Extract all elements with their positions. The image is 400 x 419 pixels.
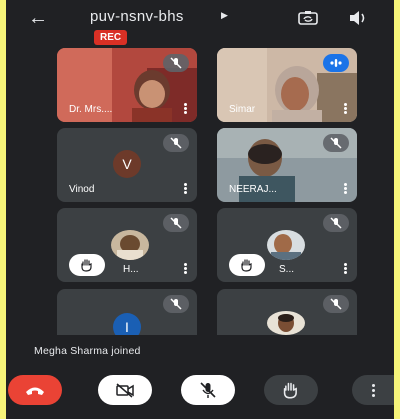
- more-vert-icon[interactable]: [344, 263, 347, 274]
- video-off-icon: [116, 383, 134, 398]
- more-options-button[interactable]: [352, 375, 394, 405]
- mic-off-icon: [330, 298, 342, 310]
- participant-tile[interactable]: I: [57, 289, 197, 335]
- audio-level-icon: [330, 59, 342, 67]
- meet-app: ← puv-nsnv-bhs ▶ REC Dr. Mrs.... Simar V…: [6, 0, 394, 419]
- mic-off-icon: [170, 217, 182, 229]
- avatar: [111, 230, 149, 260]
- mic-off-icon: [330, 137, 342, 149]
- participant-tile[interactable]: V Vinod: [57, 128, 197, 202]
- mic-off-badge: [163, 214, 189, 232]
- mic-off-icon: [170, 57, 182, 69]
- camera-toggle-button[interactable]: [98, 375, 152, 405]
- hand-icon: [283, 382, 297, 399]
- avatar: I: [113, 313, 141, 335]
- mic-off-icon: [170, 298, 182, 310]
- participant-tile[interactable]: S...: [217, 208, 357, 282]
- mic-off-badge: [323, 295, 349, 313]
- hand-icon: [81, 259, 92, 272]
- avatar: [267, 230, 305, 260]
- participant-name: Dr. Mrs....: [69, 104, 113, 115]
- participant-tile[interactable]: Dr. Mrs....: [57, 48, 197, 122]
- avatar: [267, 311, 305, 335]
- mic-toggle-button[interactable]: [181, 375, 235, 405]
- participant-tile[interactable]: H...: [57, 208, 197, 282]
- mic-off-badge: [323, 134, 349, 152]
- more-vert-icon[interactable]: [344, 103, 347, 114]
- participant-name: Simar: [229, 104, 256, 115]
- mic-off-icon: [200, 382, 216, 398]
- mic-off-badge: [163, 295, 189, 313]
- hand-icon: [241, 259, 252, 272]
- more-vert-icon[interactable]: [184, 103, 187, 114]
- more-vert-icon: [371, 383, 375, 397]
- end-call-button[interactable]: [8, 375, 62, 405]
- play-triangle-icon[interactable]: ▶: [221, 10, 228, 21]
- participant-name: S...: [279, 264, 295, 275]
- mic-off-badge: [163, 54, 189, 72]
- mic-off-icon: [330, 217, 342, 229]
- meeting-code[interactable]: puv-nsnv-bhs: [90, 8, 184, 25]
- join-notification: Megha Sharma joined: [34, 345, 141, 357]
- raise-hand-button[interactable]: [264, 375, 318, 405]
- speaking-indicator: [323, 54, 349, 72]
- raised-hand-indicator: [69, 254, 105, 276]
- participant-name: Vinod: [69, 184, 95, 195]
- arrow-back-icon[interactable]: ←: [28, 8, 48, 28]
- participant-tile[interactable]: [217, 289, 357, 335]
- raised-hand-indicator: [229, 254, 265, 276]
- avatar: V: [113, 150, 141, 178]
- participant-name: H...: [123, 264, 139, 275]
- mic-off-badge: [163, 134, 189, 152]
- more-vert-icon[interactable]: [344, 183, 347, 194]
- phone-hangup-icon: [26, 387, 44, 395]
- participant-tile[interactable]: NEERAJ...: [217, 128, 357, 202]
- mic-off-badge: [323, 214, 349, 232]
- mic-off-icon: [170, 137, 182, 149]
- participant-name: NEERAJ...: [229, 184, 277, 195]
- more-vert-icon[interactable]: [184, 263, 187, 274]
- speaker-icon[interactable]: [348, 10, 368, 26]
- participant-tile[interactable]: Simar: [217, 48, 357, 122]
- more-vert-icon[interactable]: [184, 183, 187, 194]
- rec-badge: REC: [94, 30, 128, 45]
- switch-camera-icon[interactable]: [298, 10, 318, 26]
